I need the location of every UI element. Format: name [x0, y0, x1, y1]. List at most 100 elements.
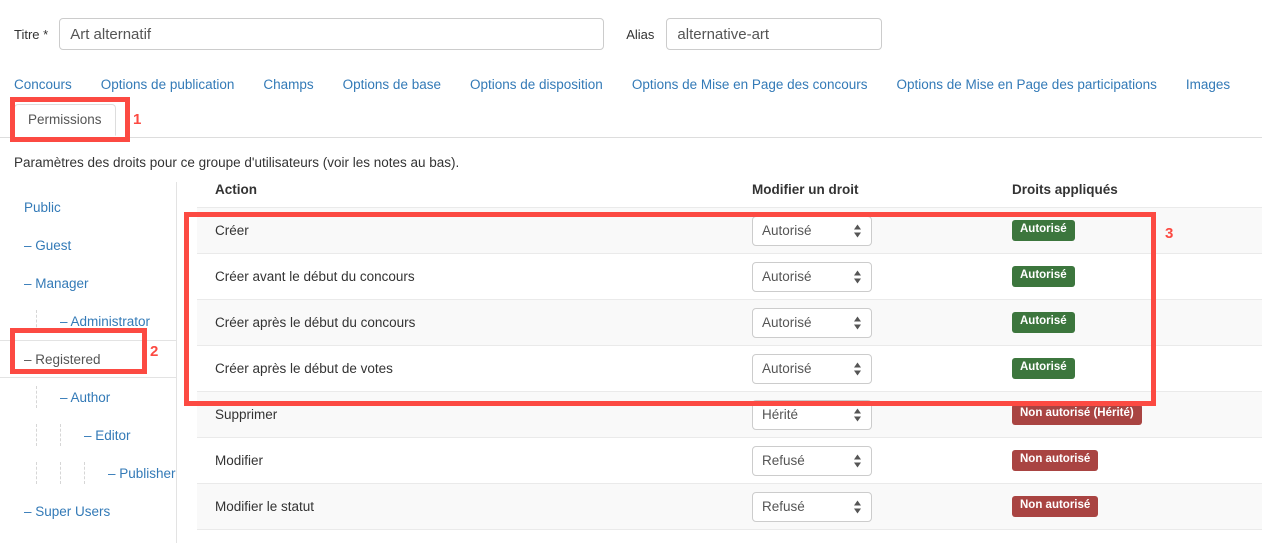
indent-guide-line: [60, 462, 61, 484]
alias-field-group: Alias: [626, 18, 883, 50]
tab-1[interactable]: Options de publication: [101, 77, 235, 92]
indent-guides: [0, 454, 85, 492]
status-badge: Non autorisé: [1012, 496, 1099, 517]
permissions-page: Titre * Alias Concours Options de publica…: [0, 0, 1282, 543]
indent-guide-line: [36, 310, 37, 332]
column-header-applied: Droits appliqués: [1012, 182, 1118, 197]
cell-applied: Non autorisé (Hérité): [1012, 391, 1262, 438]
indent-guides: [0, 302, 37, 340]
permissions-description: Paramètres des droits pour ce groupe d'u…: [14, 155, 460, 170]
sidebar-item-8[interactable]: – Super Users: [0, 492, 176, 530]
sidebar-item-5[interactable]: – Author: [0, 378, 176, 416]
permissions-table-body: CréerHéritéAutoriséRefuséAutoriséCréer a…: [197, 207, 1262, 530]
sidebar-item-label: – Guest: [24, 237, 72, 253]
permissions-table-head: Action Modifier un droit Droits appliqué…: [197, 182, 1262, 208]
permission-select-wrapper: HéritéAutoriséRefusé: [752, 491, 872, 522]
column-header-set-permission: Modifier un droit: [752, 182, 859, 197]
sidebar-item-2[interactable]: – Manager: [0, 264, 176, 302]
table-row: Créer avant le début du concoursHéritéAu…: [197, 253, 1262, 300]
indent-guides: [0, 416, 61, 454]
cell-set-permission: HéritéAutoriséRefusé: [752, 437, 1012, 484]
title-input[interactable]: [59, 18, 605, 50]
permission-select-wrapper: HéritéAutoriséRefusé: [752, 261, 872, 292]
tab-7[interactable]: Images: [1186, 77, 1230, 92]
cell-applied: Autorisé: [1012, 253, 1262, 300]
permission-select[interactable]: HéritéAutoriséRefusé: [752, 399, 872, 430]
sidebar-item-0[interactable]: Public: [0, 188, 176, 226]
permission-select[interactable]: HéritéAutoriséRefusé: [752, 215, 872, 246]
sidebar-item-label: – Registered: [24, 351, 101, 367]
permission-select-wrapper: HéritéAutoriséRefusé: [752, 353, 872, 384]
column-header-action: Action: [215, 182, 257, 197]
permissions-body: Public – Guest – Manager – Administrator – R…: [0, 182, 1282, 543]
permission-select-wrapper: HéritéAutoriséRefusé: [752, 399, 872, 430]
table-row: Créer après le début du concoursHéritéAu…: [197, 299, 1262, 346]
status-badge: Non autorisé: [1012, 450, 1099, 471]
table-row: ModifierHéritéAutoriséRefusé Non autorisé: [197, 437, 1262, 484]
table-row: Modifier le statutHéritéAutoriséRefusé No…: [197, 483, 1262, 530]
sidebar-item-label: – Administrator: [60, 313, 151, 329]
cell-action: Supprimer: [197, 391, 752, 438]
indent-guide-line: [36, 424, 37, 446]
cell-action: Modifier: [197, 437, 752, 484]
cell-set-permission: HéritéAutoriséRefusé: [752, 253, 1012, 300]
cell-applied: Non autorisé: [1012, 437, 1262, 484]
tab-5[interactable]: Options de Mise en Page des concours: [632, 77, 868, 92]
tab-4[interactable]: Options de disposition: [470, 77, 603, 92]
tab-list-secondary: Permissions: [0, 98, 1282, 136]
title-field-group: Titre *: [14, 18, 605, 50]
title-label: Titre *: [14, 26, 49, 42]
cell-set-permission: HéritéAutoriséRefusé: [752, 299, 1012, 346]
status-badge: Autorisé: [1012, 312, 1075, 333]
cell-action: Créer après le début de votes: [197, 345, 752, 392]
permission-select[interactable]: HéritéAutoriséRefusé: [752, 261, 872, 292]
sidebar-item-7[interactable]: – Publisher: [0, 454, 176, 492]
sidebar-item-4: – Registered: [0, 340, 176, 378]
table-row: SupprimerHéritéAutoriséRefusé Non autoris…: [197, 391, 1262, 438]
sidebar-item-3[interactable]: – Administrator: [0, 302, 176, 340]
sidebar-item-6[interactable]: – Editor: [0, 416, 176, 454]
indent-guides: [0, 378, 37, 416]
cell-set-permission: HéritéAutoriséRefusé: [752, 345, 1012, 392]
tab-3[interactable]: Options de base: [343, 77, 441, 92]
indent-guide-line: [36, 386, 37, 408]
header-form-row: Titre * Alias: [0, 0, 1282, 68]
tab-bar-divider: [0, 137, 1262, 138]
sidebar-item-label: – Manager: [24, 275, 89, 291]
cell-applied: Autorisé: [1012, 345, 1262, 392]
table-row: CréerHéritéAutoriséRefusé Autorisé: [197, 207, 1262, 254]
status-badge: Autorisé: [1012, 220, 1075, 241]
indent-guide-line: [60, 424, 61, 446]
cell-set-permission: HéritéAutoriséRefusé: [752, 483, 1012, 530]
alias-label: Alias: [626, 26, 655, 42]
permission-select[interactable]: HéritéAutoriséRefusé: [752, 307, 872, 338]
tab-list-primary: Concours Options de publication Champs Opti…: [0, 70, 1282, 98]
cell-applied: Non autorisé: [1012, 483, 1262, 530]
table-header-row: Action Modifier un droit Droits appliqué…: [197, 182, 1262, 208]
cell-applied: Autorisé: [1012, 207, 1262, 254]
cell-set-permission: HéritéAutoriséRefusé: [752, 207, 1012, 254]
alias-input[interactable]: [666, 18, 883, 50]
permission-select-wrapper: HéritéAutoriséRefusé: [752, 215, 872, 246]
sidebar-item-1[interactable]: – Guest: [0, 226, 176, 264]
indent-guide-line: [36, 462, 37, 484]
cell-action: Créer avant le début du concours: [197, 253, 752, 300]
sidebar-item-label: – Author: [60, 389, 111, 405]
cell-action: Créer après le début du concours: [197, 299, 752, 346]
table-row: Créer après le début de votesHéritéAutor…: [197, 345, 1262, 392]
tab-2[interactable]: Champs: [263, 77, 313, 92]
sidebar-item-label: Public: [24, 199, 61, 215]
tab-6[interactable]: Options de Mise en Page des participatio…: [896, 77, 1156, 92]
permission-select[interactable]: HéritéAutoriséRefusé: [752, 445, 872, 476]
permission-select[interactable]: HéritéAutoriséRefusé: [752, 491, 872, 522]
sidebar-item-label: – Editor: [84, 427, 131, 443]
permissions-table: Action Modifier un droit Droits appliqué…: [197, 182, 1262, 530]
cell-action: Créer: [197, 207, 752, 254]
permission-select[interactable]: HéritéAutoriséRefusé: [752, 353, 872, 384]
sidebar-item-label: – Publisher: [108, 465, 176, 481]
cell-applied: Autorisé: [1012, 299, 1262, 346]
tab-permissions[interactable]: Permissions: [14, 104, 116, 136]
status-badge: Autorisé: [1012, 358, 1075, 379]
tab-0[interactable]: Concours: [14, 77, 72, 92]
permission-select-wrapper: HéritéAutoriséRefusé: [752, 445, 872, 476]
